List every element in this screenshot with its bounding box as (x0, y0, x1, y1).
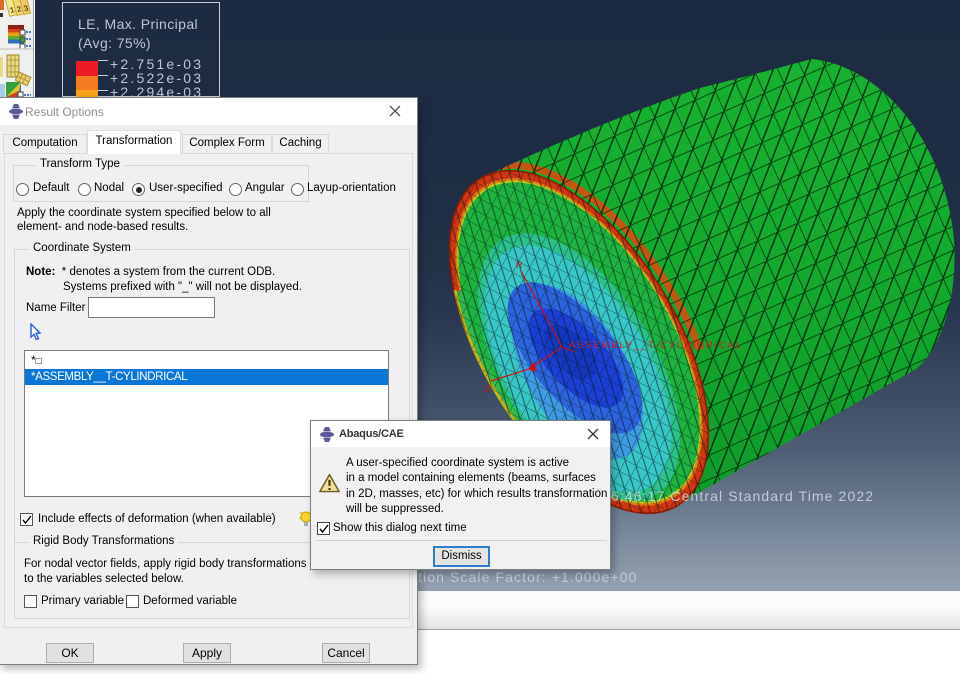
svg-text:R: R (516, 260, 523, 270)
svg-text:Z: Z (485, 384, 491, 394)
svg-text:ASSEMBLY__T-CYLINDRICAL: ASSEMBLY__T-CYLINDRICAL (569, 340, 743, 351)
